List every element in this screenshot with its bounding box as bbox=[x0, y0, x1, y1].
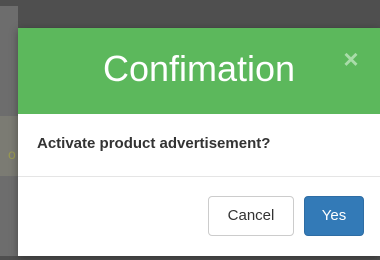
close-icon[interactable]: × bbox=[340, 46, 362, 72]
yes-button[interactable]: Yes bbox=[304, 196, 364, 236]
confirmation-dialog: Confimation × Activate product advertise… bbox=[18, 28, 380, 256]
dialog-title: Confimation bbox=[102, 48, 296, 89]
dialog-message: Activate product advertisement? bbox=[37, 135, 271, 152]
dialog-body: Activate product advertisement? bbox=[18, 114, 380, 177]
cancel-button[interactable]: Cancel bbox=[208, 196, 294, 236]
dialog-header: Confimation × bbox=[18, 28, 380, 114]
background-text: o bbox=[8, 146, 16, 162]
dialog-footer: Cancel Yes bbox=[18, 177, 380, 256]
